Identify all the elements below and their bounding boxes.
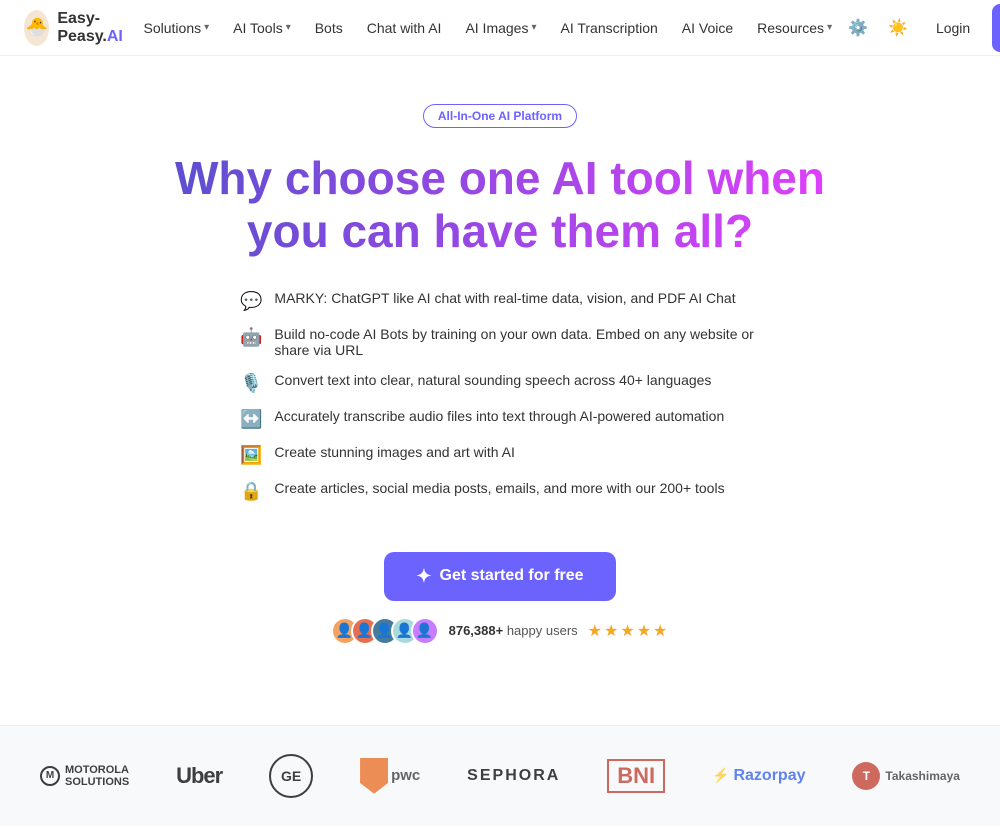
feature-text-3: Convert text into clear, natural soundin… (274, 372, 711, 388)
feature-item-1: 💬 MARKY: ChatGPT like AI chat with real-… (240, 290, 760, 312)
logo-takashimaya: T Takashimaya (852, 762, 960, 790)
feature-text-6: Create articles, social media posts, ema… (274, 480, 724, 496)
motorola-circle-icon: M (40, 766, 60, 786)
nav-resources[interactable]: Resources ▾ (747, 14, 842, 42)
nav-ai-transcription[interactable]: AI Transcription (551, 14, 668, 42)
get-started-button[interactable]: ✦ Get started for free (384, 552, 615, 601)
logo-bni: BNI (607, 759, 665, 793)
microphone-icon: 🎙️ (240, 373, 262, 394)
feature-item-3: 🎙️ Convert text into clear, natural soun… (240, 372, 760, 394)
logo-uber: Uber (176, 763, 222, 789)
feature-item-2: 🤖 Build no-code AI Bots by training on y… (240, 326, 760, 358)
social-proof: 👤 👤 👤 👤 👤 876,388+ happy users ★★★★★ (331, 617, 670, 645)
image-icon: 🖼️ (240, 445, 262, 466)
avatar-5: 👤 (411, 617, 439, 645)
feature-item-4: ↔️ Accurately transcribe audio files int… (240, 408, 760, 430)
logo-text: Easy-Peasy.AI (57, 10, 133, 46)
solutions-chevron-icon: ▾ (204, 22, 209, 33)
signup-button[interactable]: Sign up (992, 4, 1000, 52)
ai-images-chevron-icon: ▾ (531, 22, 536, 33)
transcribe-icon: ↔️ (240, 409, 262, 430)
logo-link[interactable]: 🐣 Easy-Peasy.AI (24, 10, 134, 46)
settings-icon-button[interactable]: ⚙️ (842, 12, 874, 44)
feature-text-2: Build no-code AI Bots by training on you… (274, 326, 760, 358)
nav-actions: ⚙️ ☀️ Login Sign up (842, 4, 1000, 52)
hero-section: All-In-One AI Platform Why choose one AI… (0, 56, 1000, 685)
logo-ge: GE (269, 754, 313, 798)
logo-razorpay: ⚡ Razorpay (712, 767, 805, 785)
nav-chat-with-ai[interactable]: Chat with AI (357, 14, 452, 42)
navbar: 🐣 Easy-Peasy.AI Solutions ▾ AI Tools ▾ B… (0, 0, 1000, 56)
nav-ai-voice[interactable]: AI Voice (672, 14, 743, 42)
hero-badge: All-In-One AI Platform (423, 104, 577, 128)
feature-text-1: MARKY: ChatGPT like AI chat with real-ti… (274, 290, 735, 306)
tools-icon: 🔒 (240, 481, 262, 502)
cta-section: ✦ Get started for free 👤 👤 👤 👤 👤 876,388… (331, 552, 670, 645)
resources-chevron-icon: ▾ (827, 22, 832, 33)
ai-tools-chevron-icon: ▾ (286, 22, 291, 33)
nav-links: Solutions ▾ AI Tools ▾ Bots Chat with AI… (134, 14, 843, 42)
logo-icon: 🐣 (24, 10, 49, 46)
logo-motorola: M MOTOROLASOLUTIONS (40, 764, 129, 788)
logo-sephora: SEPHORA (467, 767, 560, 785)
bot-icon: 🤖 (240, 327, 262, 348)
feature-text-5: Create stunning images and art with AI (274, 444, 514, 460)
star-rating: ★★★★★ (588, 621, 670, 641)
happy-users-text: 876,388+ happy users (449, 623, 578, 638)
avatars: 👤 👤 👤 👤 👤 (331, 617, 439, 645)
feature-item-6: 🔒 Create articles, social media posts, e… (240, 480, 760, 502)
hero-title: Why choose one AI tool when you can have… (160, 152, 840, 258)
features-list: 💬 MARKY: ChatGPT like AI chat with real-… (240, 290, 760, 516)
logos-section: M MOTOROLASOLUTIONS Uber GE pwc SEPHORA … (0, 725, 1000, 826)
pwc-block-icon (360, 758, 388, 794)
razorpay-icon: ⚡ (712, 767, 729, 784)
takashimaya-circle-icon: T (852, 762, 880, 790)
chat-icon: 💬 (240, 291, 262, 312)
nav-ai-images[interactable]: AI Images ▾ (455, 14, 546, 42)
nav-ai-tools[interactable]: AI Tools ▾ (223, 14, 301, 42)
theme-icon-button[interactable]: ☀️ (882, 12, 914, 44)
nav-bots[interactable]: Bots (305, 14, 353, 42)
login-button[interactable]: Login (922, 14, 984, 42)
nav-solutions[interactable]: Solutions ▾ (134, 14, 220, 42)
sparkle-icon: ✦ (416, 566, 431, 587)
logo-pwc: pwc (360, 758, 420, 794)
feature-item-5: 🖼️ Create stunning images and art with A… (240, 444, 760, 466)
feature-text-4: Accurately transcribe audio files into t… (274, 408, 724, 424)
